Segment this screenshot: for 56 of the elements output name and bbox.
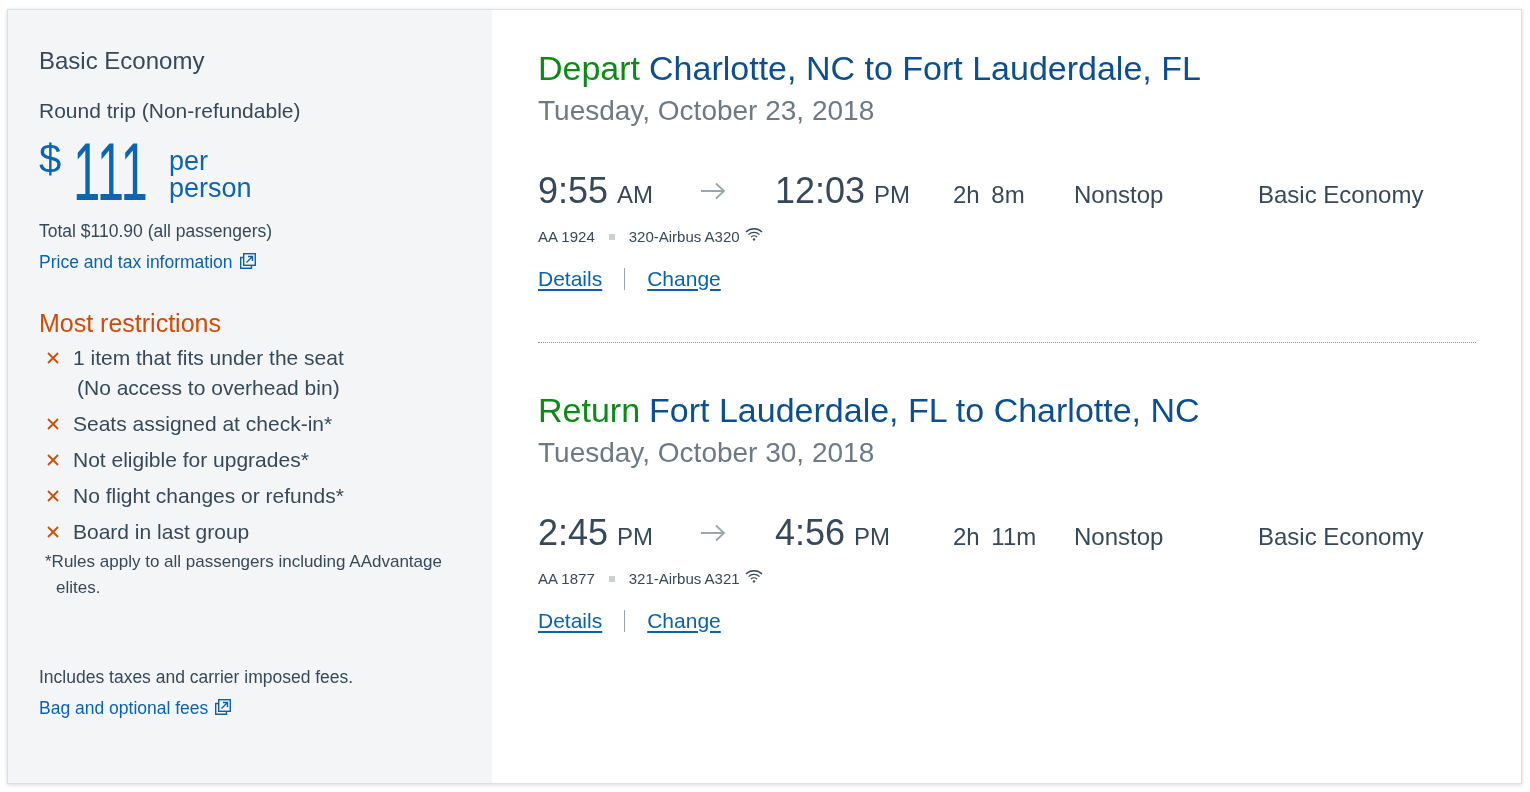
fare-title: Basic Economy [39, 46, 206, 76]
cross-icon [47, 490, 59, 502]
cross-icon [47, 418, 59, 430]
restriction-text: Seats assigned at check-in* [73, 411, 333, 437]
arrival-time: 4:56 [775, 511, 846, 555]
fees-note: Includes taxes and carrier imposed fees. [39, 667, 355, 687]
time-period: AM [617, 180, 654, 210]
flight-date: Tuesday, October 30, 2018 [538, 436, 876, 470]
square-bullet-icon [608, 576, 615, 582]
restriction-text: 1 item that fits under the seat [73, 345, 344, 371]
direction-label: Depart [538, 48, 641, 88]
time-period: PM [854, 522, 891, 552]
restrictions-footnote: *Rules apply to all passengers including AAdvantage elites. [45, 551, 443, 599]
route-title: Charlotte, NC to Fort Lauderdale, FL [649, 48, 1201, 88]
flight-date: Tuesday, October 23, 2018 [538, 94, 876, 128]
restriction-text: Board in last group [73, 519, 250, 545]
stops-text: Nonstop [1074, 180, 1165, 210]
departure-time: 9:55 [538, 169, 609, 213]
flight-link[interactable]: Change [647, 266, 721, 292]
stops-text: Nonstop [1074, 522, 1165, 552]
flight-link[interactable]: Change [647, 608, 721, 634]
cabin-class: Basic Economy [1258, 180, 1425, 210]
right-arrow-icon [700, 182, 726, 200]
aircraft-type: 321-Airbus A321 [628, 569, 740, 589]
cross-icon [47, 454, 59, 466]
flight-link[interactable]: Details [538, 266, 603, 292]
departure-time: 2:45 [538, 511, 609, 555]
flight-number: AA 1924 [538, 227, 595, 247]
cross-icon [47, 526, 59, 538]
flight-link[interactable]: Details [538, 608, 603, 634]
external-link-icon [238, 252, 257, 270]
price-unit: per person [168, 148, 253, 202]
link[interactable]: Price and tax information [39, 252, 257, 272]
restriction-note: (No access to overhead bin) [77, 375, 341, 401]
route-title: Fort Lauderdale, FL to Charlotte, NC [649, 390, 1200, 430]
flight-duration: 2h 8m [953, 180, 1026, 210]
restriction-text: Not eligible for upgrades* [73, 447, 309, 473]
right-arrow-icon [700, 524, 726, 542]
restriction-text: No flight changes or refunds* [73, 483, 344, 509]
time-period: PM [617, 522, 654, 552]
cabin-class: Basic Economy [1258, 522, 1425, 552]
square-bullet-icon [608, 234, 615, 240]
trip-type: Round trip (Non-refundable) [39, 98, 302, 124]
aircraft-type: 320-Airbus A320 [628, 227, 740, 247]
time-period: PM [874, 180, 911, 210]
restrictions-title: Most restrictions [39, 308, 222, 339]
flight-duration: 2h 11m [953, 522, 1038, 552]
price-amount: 111 [73, 131, 149, 213]
cross-icon [47, 352, 59, 364]
external-link-icon [214, 698, 233, 716]
arrival-time: 12:03 [775, 169, 866, 213]
direction-label: Return [538, 390, 641, 430]
total-price: Total $110.90 (all passengers) [39, 221, 274, 241]
flight-number: AA 1877 [538, 569, 595, 589]
currency-symbol: $ [39, 139, 62, 179]
link[interactable]: Bag and optional fees [39, 698, 233, 718]
